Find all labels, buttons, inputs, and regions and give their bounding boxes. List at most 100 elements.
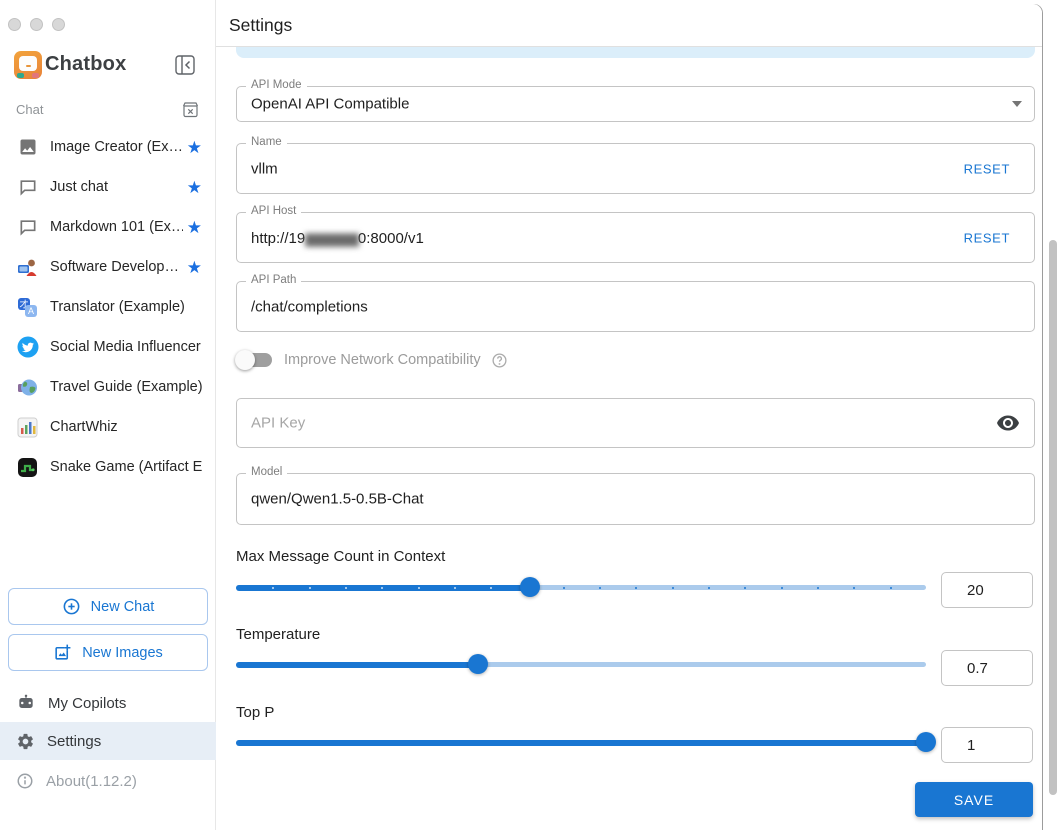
chat-item-label: Travel Guide (Example) [50,379,202,395]
my-copilots-label: My Copilots [48,694,127,712]
model-value: qwen/Qwen1.5-0.5B-Chat [251,490,424,508]
developer-emoji-icon [16,256,39,279]
api-mode-value: OpenAI API Compatible [251,95,410,113]
sidebar-item-about[interactable]: About(1.12.2) [0,763,216,799]
window-close-button[interactable] [8,18,21,31]
sidebar-item-social-media-influencer[interactable]: Social Media Influencer … [0,327,216,367]
name-field[interactable]: Name vllm RESET [236,136,1035,194]
scrolled-item-edge [236,47,1035,58]
window-minimize-button[interactable] [30,18,43,31]
star-icon[interactable]: ★ [187,179,202,196]
settings-header: Settings [216,4,1042,47]
chat-item-label: Translator (Example) [50,299,185,315]
chat-item-label: Image Creator (Ex… [50,139,183,155]
max-message-count-label: Max Message Count in Context [236,548,446,565]
about-label: About(1.12.2) [46,772,137,790]
chat-section-label: Chat [16,102,44,117]
slider-fill [236,661,478,668]
network-compatibility-toggle[interactable] [235,350,272,370]
sidebar-item-settings[interactable]: Settings [0,722,216,760]
chat-item-label: Markdown 101 (Ex… [50,219,183,235]
sidebar-item-markdown-101[interactable]: Markdown 101 (Ex… ★ [0,207,216,247]
settings-label: Settings [47,732,102,750]
temperature-input[interactable]: 0.7 [941,650,1033,686]
temperature-label: Temperature [236,626,321,643]
translator-icon: 才 A [16,296,39,319]
save-button[interactable]: SAVE [915,782,1033,817]
top-p-label: Top P [236,704,275,721]
svg-text:A: A [28,306,34,316]
api-host-field[interactable]: API Host http://19▆▆▆▆▆0:8000/v1 RESET [236,205,1035,263]
app-title: Chatbox [45,53,127,75]
max-message-count-input[interactable]: 20 [941,572,1033,608]
chat-item-label: Social Media Influencer … [50,339,202,355]
network-compatibility-label: Improve Network Compatibility [284,352,481,368]
chat-list: Image Creator (Ex… ★ Just chat ★ Markdow… [0,127,216,487]
collapse-sidebar-icon[interactable] [174,54,196,76]
api-path-field[interactable]: API Path /chat/completions [236,274,1035,332]
slider-thumb[interactable] [467,654,488,674]
sidebar-item-translator[interactable]: 才 A Translator (Example) [0,287,216,327]
sidebar-item-my-copilots[interactable]: My Copilots [0,684,216,722]
sidebar: Chatbox Chat Image Creator (Ex… ★ Just c… [0,0,216,830]
info-icon [16,772,34,790]
api-mode-select[interactable]: API Mode OpenAI API Compatible [236,79,1035,122]
api-host-label: API Host [246,205,302,217]
clear-conversations-icon[interactable] [182,101,199,118]
chat-item-label: ChartWhiz [50,419,118,435]
sidebar-item-travel-guide[interactable]: Travel Guide (Example) [0,367,216,407]
api-host-reset-button[interactable]: RESET [964,230,1010,245]
settings-page: Settings API Mode OpenAI API Compatible … [216,0,1061,830]
temperature-slider[interactable] [236,654,926,674]
api-key-field[interactable]: API Key [236,398,1035,448]
api-path-value: /chat/completions [251,298,368,315]
slider-thumb[interactable] [916,732,936,752]
snake-game-icon [16,456,39,479]
api-host-value: http://19▆▆▆▆▆0:8000/v1 [251,229,424,247]
sidebar-item-software-developer[interactable]: Software Develop… ★ [0,247,216,287]
chat-item-label: Just chat [50,179,109,195]
name-reset-button[interactable]: RESET [964,161,1010,176]
api-key-placeholder: API Key [251,414,306,432]
sidebar-item-chartwhiz[interactable]: ChartWhiz [0,407,216,447]
sidebar-item-just-chat[interactable]: Just chat ★ [0,167,216,207]
bar-chart-icon [16,416,39,439]
chevron-down-icon[interactable] [1012,101,1022,107]
robot-icon [16,693,36,713]
scrollbar-thumb[interactable] [1049,240,1057,795]
plus-circle-icon [62,597,81,616]
chat-bubble-icon [16,176,39,199]
star-icon[interactable]: ★ [187,139,202,156]
model-label: Model [246,466,288,478]
chat-item-label: Software Develop… [50,259,179,275]
new-images-label: New Images [82,644,163,661]
page-title: Settings [229,15,293,35]
image-icon [16,136,39,159]
max-message-count-slider[interactable] [236,577,926,597]
top-p-input[interactable]: 1 [941,727,1033,763]
new-chat-label: New Chat [90,598,155,615]
redacted-text: ▆▆▆▆▆ [305,229,359,247]
model-field[interactable]: Model qwen/Qwen1.5-0.5B-Chat [236,466,1035,525]
slider-thumb[interactable] [519,577,540,597]
visibility-eye-icon[interactable] [996,411,1020,435]
help-icon[interactable] [491,352,508,369]
star-icon[interactable]: ★ [187,259,202,276]
chat-item-label: Snake Game (Artifact E… [50,459,202,475]
network-compatibility-row: Improve Network Compatibility [235,347,508,373]
star-icon[interactable]: ★ [187,219,202,236]
name-label: Name [246,136,287,148]
sidebar-item-snake-game[interactable]: Snake Game (Artifact E… [0,447,216,487]
slider-fill [236,739,926,746]
new-chat-button[interactable]: New Chat [8,588,208,625]
sidebar-item-image-creator[interactable]: Image Creator (Ex… ★ [0,127,216,167]
twitter-bird-icon [16,336,39,359]
image-plus-icon [53,643,72,662]
window-zoom-button[interactable] [52,18,65,31]
top-p-slider[interactable] [236,732,936,752]
new-images-button[interactable]: New Images [8,634,208,671]
api-mode-label: API Mode [246,79,307,91]
api-path-label: API Path [246,274,302,286]
globe-icon [16,376,39,399]
gear-icon [16,732,35,751]
